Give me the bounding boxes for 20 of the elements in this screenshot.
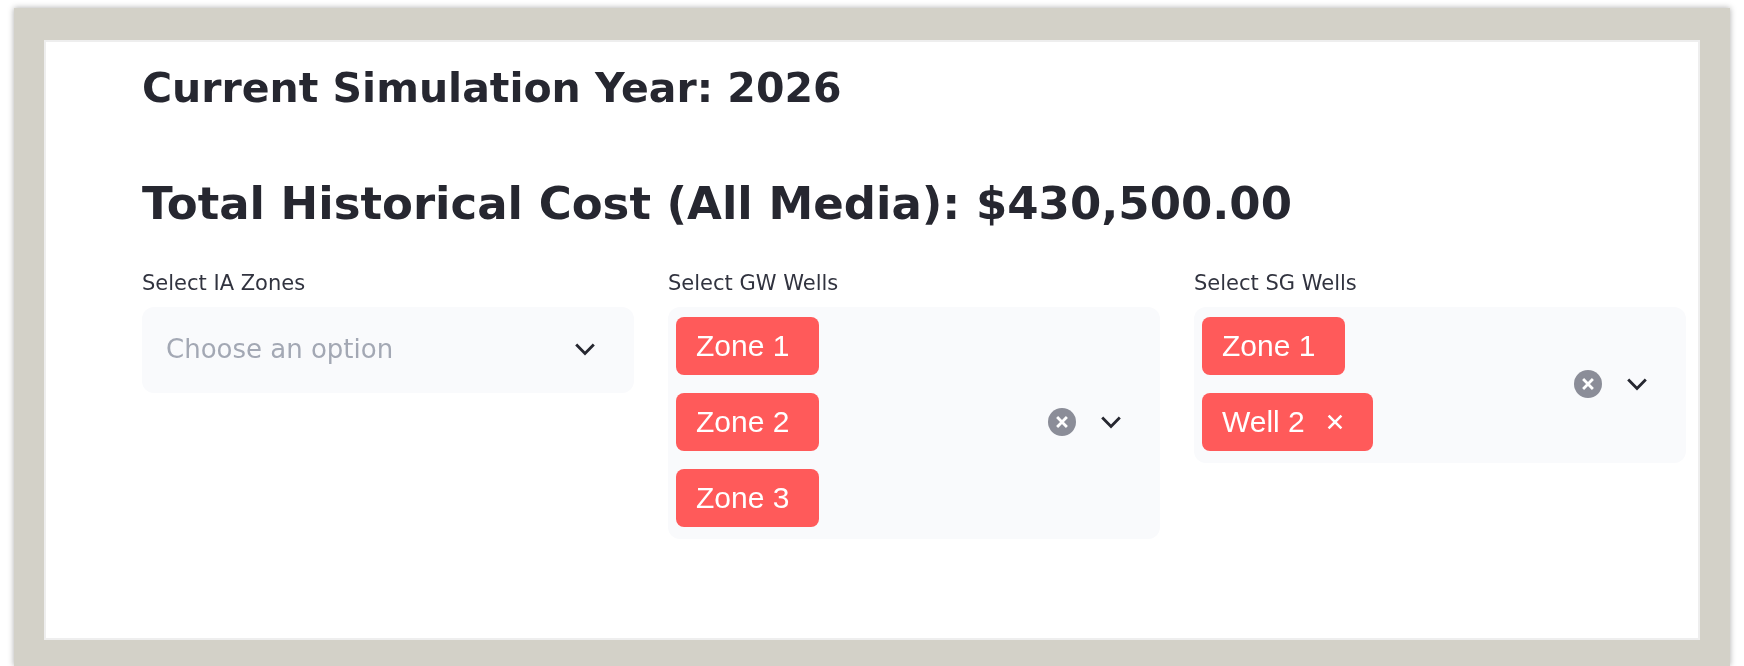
tag-chip[interactable]: Well 2 [1202, 393, 1373, 452]
tag-chip[interactable]: Zone 2 [676, 393, 820, 452]
chevron-down-icon[interactable] [1100, 415, 1122, 430]
multiselect-field[interactable]: Choose an option [142, 307, 634, 394]
field-label: Select GW Wells [668, 271, 839, 296]
heading: Current Simulation Year: 2026 [142, 64, 842, 114]
tag-chip[interactable]: Zone 3 [676, 469, 820, 528]
clear-icon[interactable] [1574, 370, 1602, 399]
field-label: Select SG Wells [1194, 271, 1357, 296]
tag-chip[interactable]: Zone 1 [676, 317, 820, 376]
placeholder-text: Choose an option [165, 334, 394, 365]
multiselect-field[interactable]: Zone 1 Zone 2 Zone 3 [668, 307, 1160, 540]
tag-chip[interactable]: Zone 1 [1202, 317, 1346, 376]
chevron-down-icon[interactable] [574, 342, 596, 357]
heading: Total Historical Cost (All Media): $430,500.00 [142, 177, 1292, 232]
multiselect-field[interactable]: Zone 1 Well 2 [1194, 307, 1686, 464]
chevron-down-icon[interactable] [1626, 377, 1648, 392]
field-label: Select IA Zones [142, 271, 306, 296]
clear-icon[interactable] [1048, 408, 1076, 437]
remove-icon[interactable] [1326, 414, 1343, 431]
